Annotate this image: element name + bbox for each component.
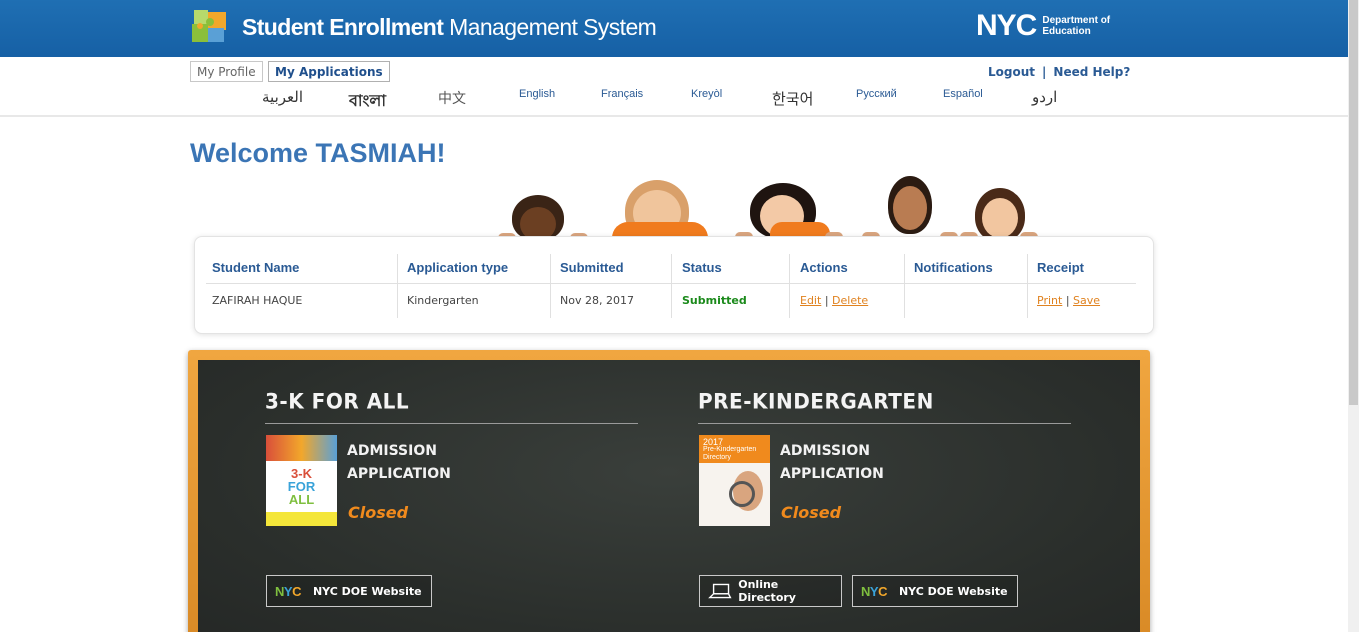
cell-student-name: ZAFIRAH HAQUE (212, 294, 303, 307)
cell-actions: Edit | Delete (800, 294, 868, 307)
col-header-actions: Actions (800, 260, 848, 275)
page-scrollbar[interactable] (1348, 0, 1359, 632)
lang-urdu[interactable]: اردو (1032, 88, 1057, 106)
logout-link[interactable]: Logout (988, 65, 1035, 79)
3k-nyc-doe-website-button[interactable]: NYC NYC DOE Website (266, 575, 432, 607)
3k-status-closed: Closed (348, 503, 409, 522)
save-link[interactable]: Save (1073, 294, 1100, 307)
online-directory-button[interactable]: Online Directory (699, 575, 842, 607)
button-label: NYC DOE Website (312, 584, 422, 598)
col-header-student-name: Student Name (212, 260, 300, 275)
lang-chinese[interactable]: 中文 (438, 88, 466, 108)
my-profile-button[interactable]: My Profile (190, 61, 263, 82)
3k-heading-underline (265, 423, 638, 424)
welcome-heading: Welcome TASMIAH! (190, 138, 446, 168)
app-title: Student Enrollment Management System (242, 13, 657, 40)
link-separator: | (1042, 65, 1047, 79)
puzzle-logo-icon (192, 10, 226, 42)
column-divider (397, 254, 398, 318)
cell-application-type: Kindergarten (407, 294, 479, 307)
lang-french[interactable]: Français (601, 88, 643, 100)
col-header-status: Status (682, 260, 722, 275)
prek-heading: PRE-KINDERGARTEN (698, 388, 934, 414)
3k-heading: 3-K FOR ALL (265, 388, 410, 414)
thumb-directory-text: Directory (703, 454, 732, 461)
need-help-link[interactable]: Need Help? (1053, 65, 1130, 79)
column-divider (550, 254, 551, 318)
child-1-image (512, 195, 564, 241)
header-divider (0, 115, 1348, 117)
cell-status: Submitted (682, 294, 747, 307)
thumb-prek-text: Pre-Kindergarten (703, 446, 757, 453)
print-link[interactable]: Print (1037, 294, 1062, 307)
lang-arabic[interactable]: العربية (262, 88, 303, 106)
prek-admission-label: ADMISSION APPLICATION (780, 443, 884, 482)
brand[interactable]: Student Enrollment Management System (190, 8, 657, 46)
lang-korean[interactable]: 한국어 (772, 88, 813, 109)
header-bar: Student Enrollment Management System NYC… (0, 0, 1348, 57)
thumb-year-text: 2017 (703, 437, 724, 447)
my-applications-button[interactable]: My Applications (268, 61, 390, 82)
prek-heading-underline (698, 423, 1071, 424)
language-bar: العربية বাংলা 中文 English Français Kreyòl… (0, 88, 1348, 110)
lang-spanish[interactable]: Español (943, 88, 983, 100)
nyc-logo-text: NYC (976, 9, 1037, 42)
child-4-image (888, 176, 932, 234)
button-label: Online Directory (738, 578, 796, 604)
3k-brochure-thumbnail[interactable]: 3-K FOR ALL (266, 435, 337, 526)
column-divider (904, 254, 905, 318)
prek-nyc-doe-website-button[interactable]: NYC NYC DOE Website (852, 575, 1018, 607)
column-divider (789, 254, 790, 318)
cell-receipt: Print | Save (1037, 294, 1100, 307)
col-header-application-type: Application type (407, 260, 509, 275)
dept-of-education-label: Department of Education (1042, 15, 1111, 37)
column-divider (1027, 254, 1028, 318)
actions-separator: | (824, 294, 829, 307)
button-label: NYC DOE Website (898, 584, 1008, 598)
child-5-image (975, 188, 1025, 242)
col-header-submitted: Submitted (560, 260, 624, 275)
prek-directory-thumbnail[interactable]: 2017 Pre-Kindergarten Directory (699, 435, 770, 526)
laptop-icon (708, 583, 732, 599)
thumb-all-text: ALL (288, 492, 315, 507)
nyc-mini-logo-icon: NYC (275, 583, 301, 599)
lang-kreyol[interactable]: Kreyòl (691, 88, 722, 100)
lang-russian[interactable]: Русский (856, 88, 897, 100)
nyc-doe-logo[interactable]: NYC Department of Education (976, 11, 1110, 41)
3k-admission-label: ADMISSION APPLICATION (347, 443, 451, 482)
cell-submitted-date: Nov 28, 2017 (560, 294, 634, 307)
nyc-mini-logo-icon: NYC (861, 583, 887, 599)
column-divider (671, 254, 672, 318)
delete-link[interactable]: Delete (832, 294, 868, 307)
edit-link[interactable]: Edit (800, 294, 821, 307)
receipt-separator: | (1065, 294, 1070, 307)
col-header-receipt: Receipt (1037, 260, 1084, 275)
col-header-notifications: Notifications (914, 260, 993, 275)
lang-bengali[interactable]: বাংলা (349, 88, 386, 115)
scrollbar-thumb[interactable] (1349, 0, 1358, 405)
applications-table-card (194, 236, 1154, 334)
lang-english[interactable]: English (519, 88, 555, 100)
prek-status-closed: Closed (781, 503, 842, 522)
top-links: Logout | Need Help? (988, 65, 1130, 79)
